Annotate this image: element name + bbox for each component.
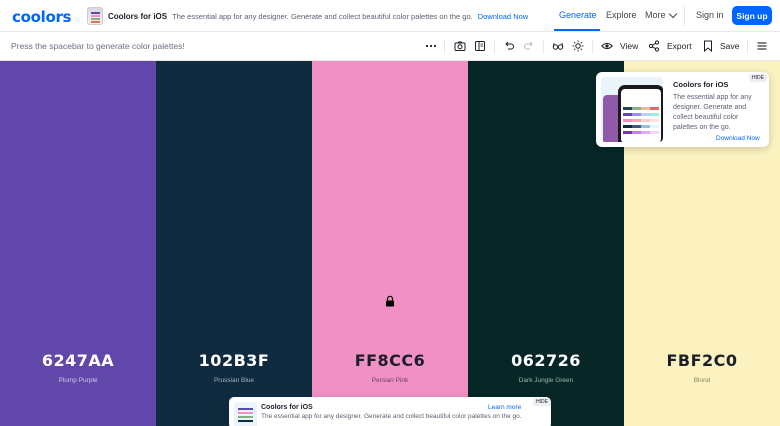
signin-link[interactable]: Sign in — [696, 10, 724, 20]
color-name: Plump Purple — [58, 377, 98, 384]
hex-code[interactable]: 062726 — [468, 351, 624, 370]
popup-title: Coolors for iOS — [673, 80, 729, 89]
toolbar-divider — [747, 39, 748, 54]
banner-text: The essential app for any designer. Gene… — [261, 413, 522, 420]
nav-explore[interactable]: Explore — [606, 10, 637, 20]
export-button[interactable]: Export — [667, 41, 692, 51]
app-thumbnail-icon — [87, 7, 103, 25]
app-preview-image — [601, 77, 663, 142]
popup-download-link[interactable]: Download Now — [716, 135, 760, 142]
popup-text: The essential app for any designer. Gene… — [673, 94, 752, 131]
menu-icon[interactable] — [755, 39, 769, 53]
panel-icon[interactable] — [473, 39, 487, 53]
hex-code[interactable]: 102B3F — [156, 351, 312, 370]
active-tab-indicator — [554, 29, 600, 31]
banner-hide-button[interactable]: HIDE — [533, 398, 551, 406]
more-icon[interactable] — [424, 39, 438, 53]
nav-divider — [684, 6, 685, 26]
promo-download-link[interactable]: Download Now — [478, 12, 528, 21]
ios-promo[interactable]: Coolors for iOS The essential app for an… — [87, 7, 528, 25]
save-button[interactable]: Save — [720, 41, 739, 51]
toolbar-divider — [444, 39, 445, 54]
toolbar-divider — [592, 39, 593, 54]
nav-more[interactable]: More — [645, 10, 666, 20]
banner-title: Coolors for iOS — [261, 404, 313, 411]
glasses-icon[interactable] — [551, 39, 565, 53]
undo-icon[interactable] — [502, 39, 516, 53]
hex-code[interactable]: 6247AA — [0, 351, 156, 370]
nav-generate[interactable]: Generate — [559, 10, 597, 20]
popup-hide-button[interactable]: HIDE — [749, 74, 767, 82]
view-button[interactable]: View — [620, 41, 638, 51]
share-icon[interactable] — [647, 39, 661, 53]
color-name: Blond — [693, 377, 711, 384]
hex-code[interactable]: FBF2C0 — [624, 351, 780, 370]
color-swatch[interactable]: 102B3F Prussian Blue — [156, 61, 312, 426]
app-thumbnail-icon — [234, 402, 257, 426]
ios-app-popup[interactable]: Coolors for iOS The essential app for an… — [596, 72, 769, 147]
lock-icon[interactable] — [384, 295, 396, 307]
color-name: Dark Jungle Green — [518, 377, 574, 384]
promo-title: Coolors for iOS — [108, 11, 168, 21]
toolbar-divider — [543, 39, 544, 54]
camera-icon[interactable] — [453, 39, 467, 53]
sun-icon[interactable] — [571, 39, 585, 53]
top-nav: coolors Coolors for iOS The essential ap… — [0, 0, 780, 32]
color-name: Persian Pink — [371, 377, 409, 384]
toolbar-divider — [494, 39, 495, 54]
ios-app-banner[interactable]: Coolors for iOS The essential app for an… — [229, 397, 551, 426]
promo-text: The essential app for any designer. Gene… — [172, 11, 473, 21]
eye-icon[interactable] — [600, 39, 614, 53]
color-name: Prussian Blue — [213, 377, 255, 384]
hex-code[interactable]: FF8CC6 — [312, 351, 468, 370]
banner-learn-more-link[interactable]: Learn more — [488, 404, 521, 411]
chevron-down-icon[interactable] — [668, 9, 678, 19]
generator-toolbar: Press the spacebar to generate color pal… — [0, 32, 780, 61]
redo-icon[interactable] — [522, 39, 536, 53]
coolors-logo[interactable]: coolors — [12, 8, 71, 26]
spacebar-hint: Press the spacebar to generate color pal… — [11, 41, 185, 51]
bookmark-icon[interactable] — [701, 39, 715, 53]
signup-button[interactable]: Sign up — [732, 6, 772, 25]
color-swatch[interactable]: 6247AA Plump Purple — [0, 61, 156, 426]
color-swatch[interactable]: FF8CC6 Persian Pink — [312, 61, 468, 426]
